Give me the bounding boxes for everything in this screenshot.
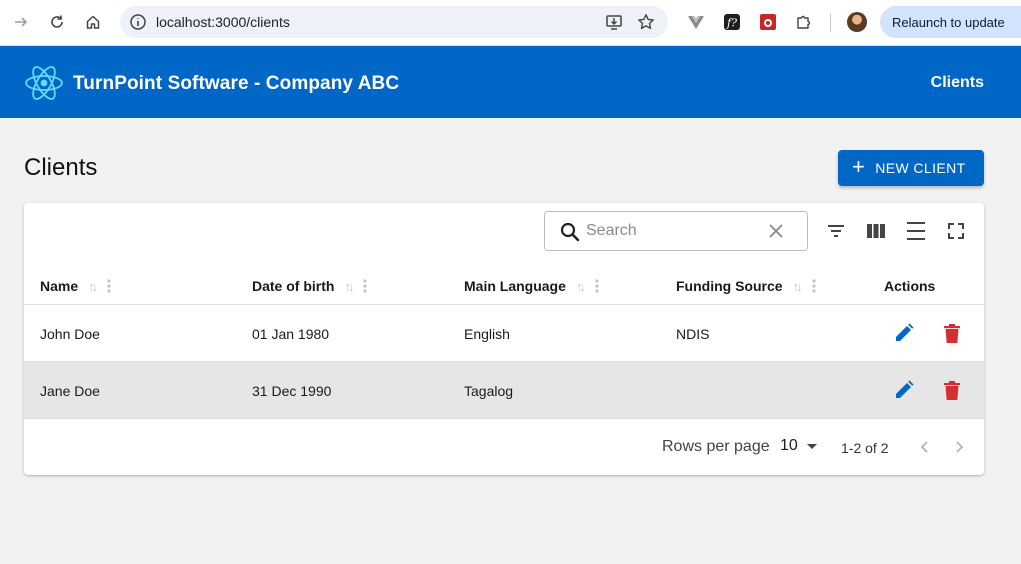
home-icon [86,15,100,29]
nav-link-clients[interactable]: Clients [931,74,984,92]
site-info-icon[interactable] [128,12,148,37]
reload-icon [51,15,63,28]
address-url: localhost:3000/clients [156,14,290,30]
puzzle-extensions-icon[interactable] [793,11,815,33]
fullscreen-button[interactable] [944,219,968,243]
bug-extension-icon[interactable] [757,11,779,33]
column-label: Main Language [464,278,566,294]
columns-button[interactable] [864,219,888,243]
new-client-label: NEW CLIENT [875,160,966,176]
edit-button[interactable] [892,378,916,402]
clients-table-card: Name ↑↓ Date of birth ↑↓ Main Language ↑… [24,203,984,475]
table-row: Jane Doe 31 Dec 1990 Tagalog [24,362,984,419]
clear-search-icon[interactable] [767,222,785,245]
cell-language: Tagalog [464,382,514,399]
sort-icon[interactable]: ↑↓ [88,279,98,294]
bookmark-star-icon[interactable] [636,12,656,37]
chevron-left-icon [920,441,928,453]
column-label: Name [40,278,79,294]
profile-avatar[interactable] [847,12,867,32]
prev-page-button[interactable] [913,435,937,459]
sort-icon[interactable]: ↑↓ [344,279,354,294]
relaunch-button[interactable]: Relaunch to update [880,6,1021,38]
trash-icon [944,323,960,343]
delete-button[interactable] [940,321,964,345]
column-menu-icon[interactable] [811,278,816,294]
column-header-name[interactable]: Name ↑↓ [40,267,111,305]
chevron-right-icon [956,441,964,453]
view-column-icon [867,224,885,238]
cell-dob: 01 Jan 1980 [252,325,330,342]
column-menu-icon[interactable] [363,278,368,294]
density-icon [907,222,925,240]
rows-per-page-select[interactable]: 10 [780,437,820,455]
cell-dob: 31 Dec 1990 [252,382,332,399]
cell-name: John Doe [40,325,100,342]
page-title: Clients [24,154,98,181]
search-icon [559,221,581,248]
edit-button[interactable] [892,321,916,345]
table-header: Name ↑↓ Date of birth ↑↓ Main Language ↑… [24,267,984,305]
vue-devtools-icon[interactable] [685,11,707,33]
rows-per-page-value: 10 [780,437,798,454]
column-menu-icon[interactable] [595,278,599,294]
toolbar-divider [830,14,831,32]
svg-text:f?: f? [726,17,737,30]
fullscreen-icon [948,223,964,239]
app-header: TurnPoint Software - Company ABC Clients [0,46,1021,118]
delete-button[interactable] [940,378,964,402]
home-button[interactable] [79,8,107,36]
react-logo-icon [24,63,64,108]
rows-per-page-label: Rows per page [662,438,770,455]
plus-icon: + [852,154,866,179]
table-pagination: Rows per page 10 1-2 of 2 [24,419,984,475]
density-button[interactable] [904,219,928,243]
search-input[interactable] [586,218,766,244]
pagination-range: 1-2 of 2 [841,440,889,456]
install-app-icon[interactable] [604,12,624,37]
cell-language: English [464,325,510,342]
filter-button[interactable] [824,219,848,243]
search-box[interactable] [544,211,808,251]
pencil-icon [896,380,914,398]
browser-toolbar: localhost:3000/clients f? Relaunch to up… [0,0,1021,46]
table-row: John Doe 01 Jan 1980 English NDIS [24,305,984,362]
sort-icon[interactable]: ↑↓ [793,279,803,294]
pencil-icon [896,323,914,341]
column-label: Actions [884,278,936,294]
column-header-language[interactable]: Main Language ↑↓ [464,267,599,305]
trash-icon [944,380,960,400]
cell-name: Jane Doe [40,382,100,399]
cell-funding: NDIS [676,325,710,342]
filter-list-icon [828,225,844,237]
caret-down-icon [806,444,817,449]
reload-button[interactable] [43,8,71,36]
column-header-actions: Actions [884,267,935,305]
back-button[interactable] [7,8,35,36]
column-label: Date of birth [252,278,335,294]
address-bar[interactable]: localhost:3000/clients [120,6,668,38]
arrow-right-icon [15,17,28,27]
formula-extension-icon[interactable]: f? [721,11,743,33]
app-brand-title: TurnPoint Software - Company ABC [73,73,400,94]
column-header-dob[interactable]: Date of birth ↑↓ [252,267,368,305]
column-label: Funding Source [676,278,783,294]
sort-icon[interactable]: ↑↓ [576,279,586,294]
next-page-button[interactable] [947,435,971,459]
column-header-funding[interactable]: Funding Source ↑↓ [676,267,816,305]
column-menu-icon[interactable] [107,278,111,294]
new-client-button[interactable]: + NEW CLIENT [838,150,984,186]
